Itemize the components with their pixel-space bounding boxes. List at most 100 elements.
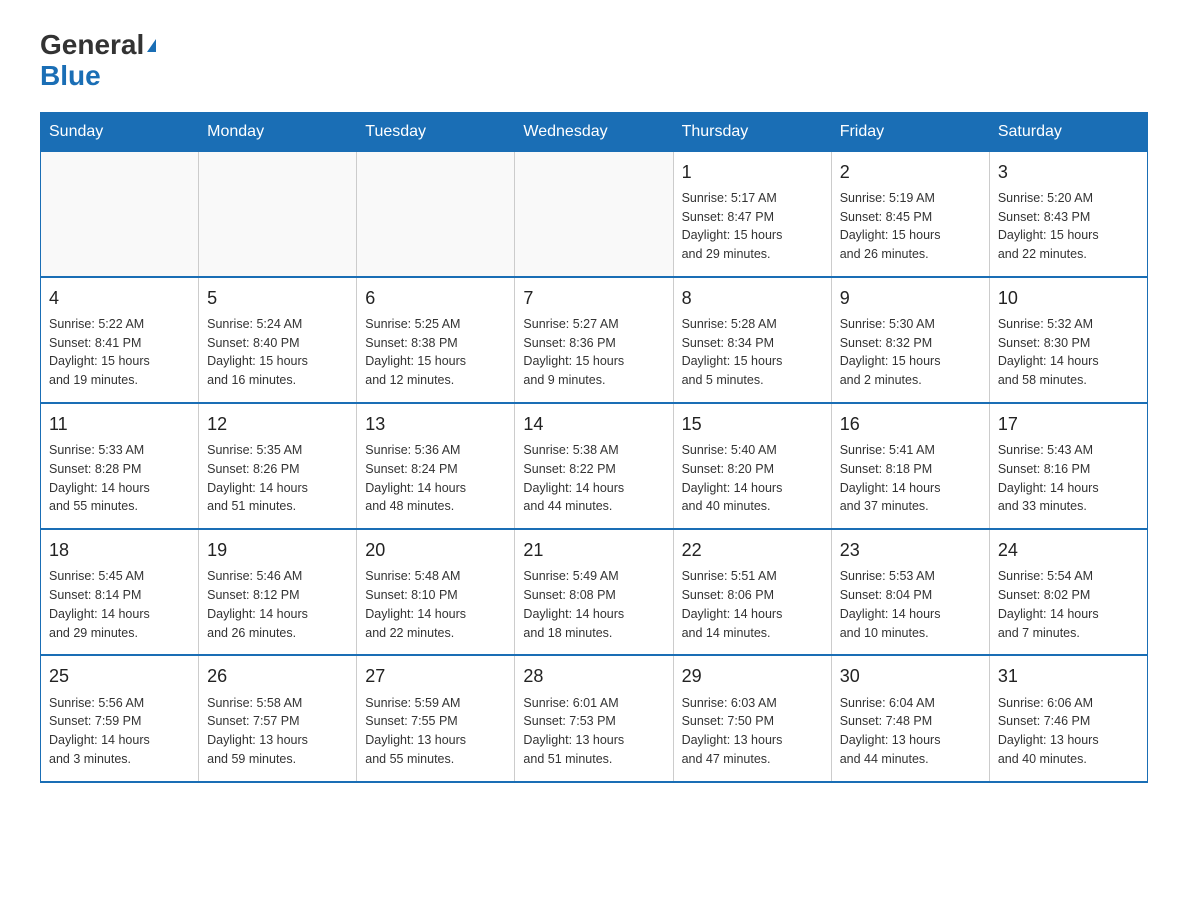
day-number: 10: [998, 286, 1139, 311]
calendar-cell: 14 Sunrise: 5:38 AMSunset: 8:22 PMDayligh…: [515, 403, 673, 529]
day-number: 14: [523, 412, 664, 437]
weekday-header-monday: Monday: [199, 112, 357, 151]
calendar-cell: 27 Sunrise: 5:59 AMSunset: 7:55 PMDayligh…: [357, 655, 515, 781]
day-number: 23: [840, 538, 981, 563]
calendar-cell: 20Sunrise: 5:48 AMSunset: 8:10 PMDayligh…: [357, 529, 515, 655]
day-info: Sunrise: 5:35 AMSunset: 8:26 PMDaylight:…: [207, 441, 348, 516]
day-info: Sunrise: 5:25 AMSunset: 8:38 PMDaylight:…: [365, 315, 506, 390]
calendar-cell: 10 Sunrise: 5:32 AMSunset: 8:30 PMDayligh…: [989, 277, 1147, 403]
day-number: 4: [49, 286, 190, 311]
day-number: 31: [998, 664, 1139, 689]
calendar-cell: 16 Sunrise: 5:41 AMSunset: 8:18 PMDayligh…: [831, 403, 989, 529]
calendar-table: SundayMondayTuesdayWednesdayThursdayFrid…: [40, 112, 1148, 783]
calendar-cell: 19 Sunrise: 5:46 AMSunset: 8:12 PMDayligh…: [199, 529, 357, 655]
weekday-header-saturday: Saturday: [989, 112, 1147, 151]
calendar-cell: 6 Sunrise: 5:25 AMSunset: 8:38 PMDaylight…: [357, 277, 515, 403]
calendar-cell: 26 Sunrise: 5:58 AMSunset: 7:57 PMDayligh…: [199, 655, 357, 781]
calendar-cell: 4 Sunrise: 5:22 AMSunset: 8:41 PMDaylight…: [41, 277, 199, 403]
calendar-cell: 11 Sunrise: 5:33 AMSunset: 8:28 PMDayligh…: [41, 403, 199, 529]
day-number: 6: [365, 286, 506, 311]
day-number: 29: [682, 664, 823, 689]
day-info: Sunrise: 5:36 AMSunset: 8:24 PMDaylight:…: [365, 441, 506, 516]
calendar-cell: 5 Sunrise: 5:24 AMSunset: 8:40 PMDaylight…: [199, 277, 357, 403]
day-info: Sunrise: 5:53 AMSunset: 8:04 PMDaylight:…: [840, 567, 981, 642]
calendar-cell: 1Sunrise: 5:17 AMSunset: 8:47 PMDaylight…: [673, 151, 831, 277]
day-info: Sunrise: 5:59 AMSunset: 7:55 PMDaylight:…: [365, 694, 506, 769]
day-number: 5: [207, 286, 348, 311]
calendar-cell: [357, 151, 515, 277]
calendar-cell: 30 Sunrise: 6:04 AMSunset: 7:48 PMDayligh…: [831, 655, 989, 781]
calendar-cell: [515, 151, 673, 277]
calendar-cell: 17 Sunrise: 5:43 AMSunset: 8:16 PMDayligh…: [989, 403, 1147, 529]
day-number: 30: [840, 664, 981, 689]
day-info: Sunrise: 5:54 AMSunset: 8:02 PMDaylight:…: [998, 567, 1139, 642]
day-info: Sunrise: 5:48 AMSunset: 8:10 PMDaylight:…: [365, 567, 506, 642]
day-info: Sunrise: 5:43 AMSunset: 8:16 PMDaylight:…: [998, 441, 1139, 516]
day-number: 26: [207, 664, 348, 689]
calendar-week-row: 1Sunrise: 5:17 AMSunset: 8:47 PMDaylight…: [41, 151, 1148, 277]
calendar-week-row: 11 Sunrise: 5:33 AMSunset: 8:28 PMDayligh…: [41, 403, 1148, 529]
day-info: Sunrise: 5:28 AMSunset: 8:34 PMDaylight:…: [682, 315, 823, 390]
weekday-header-tuesday: Tuesday: [357, 112, 515, 151]
day-number: 28: [523, 664, 664, 689]
day-number: 25: [49, 664, 190, 689]
weekday-header-thursday: Thursday: [673, 112, 831, 151]
calendar-cell: 15 Sunrise: 5:40 AMSunset: 8:20 PMDayligh…: [673, 403, 831, 529]
calendar-cell: 8 Sunrise: 5:28 AMSunset: 8:34 PMDaylight…: [673, 277, 831, 403]
calendar-cell: 7 Sunrise: 5:27 AMSunset: 8:36 PMDaylight…: [515, 277, 673, 403]
day-info: Sunrise: 5:58 AMSunset: 7:57 PMDaylight:…: [207, 694, 348, 769]
day-info: Sunrise: 5:51 AMSunset: 8:06 PMDaylight:…: [682, 567, 823, 642]
calendar-cell: 21 Sunrise: 5:49 AMSunset: 8:08 PMDayligh…: [515, 529, 673, 655]
day-number: 16: [840, 412, 981, 437]
day-number: 8: [682, 286, 823, 311]
day-number: 21: [523, 538, 664, 563]
day-info: Sunrise: 5:17 AMSunset: 8:47 PMDaylight:…: [682, 189, 823, 264]
day-number: 22: [682, 538, 823, 563]
day-info: Sunrise: 6:04 AMSunset: 7:48 PMDaylight:…: [840, 694, 981, 769]
day-number: 2: [840, 160, 981, 185]
day-number: 15: [682, 412, 823, 437]
day-info: Sunrise: 5:27 AMSunset: 8:36 PMDaylight:…: [523, 315, 664, 390]
calendar-cell: 23 Sunrise: 5:53 AMSunset: 8:04 PMDayligh…: [831, 529, 989, 655]
day-info: Sunrise: 5:32 AMSunset: 8:30 PMDaylight:…: [998, 315, 1139, 390]
weekday-header-row: SundayMondayTuesdayWednesdayThursdayFrid…: [41, 112, 1148, 151]
day-info: Sunrise: 5:30 AMSunset: 8:32 PMDaylight:…: [840, 315, 981, 390]
calendar-cell: 12 Sunrise: 5:35 AMSunset: 8:26 PMDayligh…: [199, 403, 357, 529]
day-number: 24: [998, 538, 1139, 563]
calendar-cell: 31Sunrise: 6:06 AMSunset: 7:46 PMDayligh…: [989, 655, 1147, 781]
day-info: Sunrise: 6:03 AMSunset: 7:50 PMDaylight:…: [682, 694, 823, 769]
calendar-cell: 25Sunrise: 5:56 AMSunset: 7:59 PMDayligh…: [41, 655, 199, 781]
day-number: 9: [840, 286, 981, 311]
logo-text: GeneralBlue: [40, 30, 156, 92]
day-info: Sunrise: 5:38 AMSunset: 8:22 PMDaylight:…: [523, 441, 664, 516]
day-number: 13: [365, 412, 506, 437]
day-info: Sunrise: 5:40 AMSunset: 8:20 PMDaylight:…: [682, 441, 823, 516]
day-info: Sunrise: 5:46 AMSunset: 8:12 PMDaylight:…: [207, 567, 348, 642]
calendar-week-row: 18Sunrise: 5:45 AMSunset: 8:14 PMDayligh…: [41, 529, 1148, 655]
page-header: GeneralBlue: [40, 30, 1148, 92]
day-info: Sunrise: 5:19 AMSunset: 8:45 PMDaylight:…: [840, 189, 981, 264]
day-info: Sunrise: 6:01 AMSunset: 7:53 PMDaylight:…: [523, 694, 664, 769]
calendar-cell: [199, 151, 357, 277]
calendar-cell: 3 Sunrise: 5:20 AMSunset: 8:43 PMDaylight…: [989, 151, 1147, 277]
weekday-header-wednesday: Wednesday: [515, 112, 673, 151]
day-number: 27: [365, 664, 506, 689]
day-info: Sunrise: 5:22 AMSunset: 8:41 PMDaylight:…: [49, 315, 190, 390]
day-number: 7: [523, 286, 664, 311]
calendar-week-row: 4 Sunrise: 5:22 AMSunset: 8:41 PMDaylight…: [41, 277, 1148, 403]
day-number: 17: [998, 412, 1139, 437]
calendar-cell: 2 Sunrise: 5:19 AMSunset: 8:45 PMDaylight…: [831, 151, 989, 277]
day-info: Sunrise: 5:20 AMSunset: 8:43 PMDaylight:…: [998, 189, 1139, 264]
day-number: 12: [207, 412, 348, 437]
day-info: Sunrise: 5:24 AMSunset: 8:40 PMDaylight:…: [207, 315, 348, 390]
calendar-cell: 28 Sunrise: 6:01 AMSunset: 7:53 PMDayligh…: [515, 655, 673, 781]
logo: GeneralBlue: [40, 30, 156, 92]
day-number: 19: [207, 538, 348, 563]
calendar-cell: 22 Sunrise: 5:51 AMSunset: 8:06 PMDayligh…: [673, 529, 831, 655]
day-number: 3: [998, 160, 1139, 185]
weekday-header-sunday: Sunday: [41, 112, 199, 151]
day-number: 11: [49, 412, 190, 437]
day-info: Sunrise: 5:49 AMSunset: 8:08 PMDaylight:…: [523, 567, 664, 642]
day-info: Sunrise: 5:41 AMSunset: 8:18 PMDaylight:…: [840, 441, 981, 516]
day-info: Sunrise: 5:33 AMSunset: 8:28 PMDaylight:…: [49, 441, 190, 516]
